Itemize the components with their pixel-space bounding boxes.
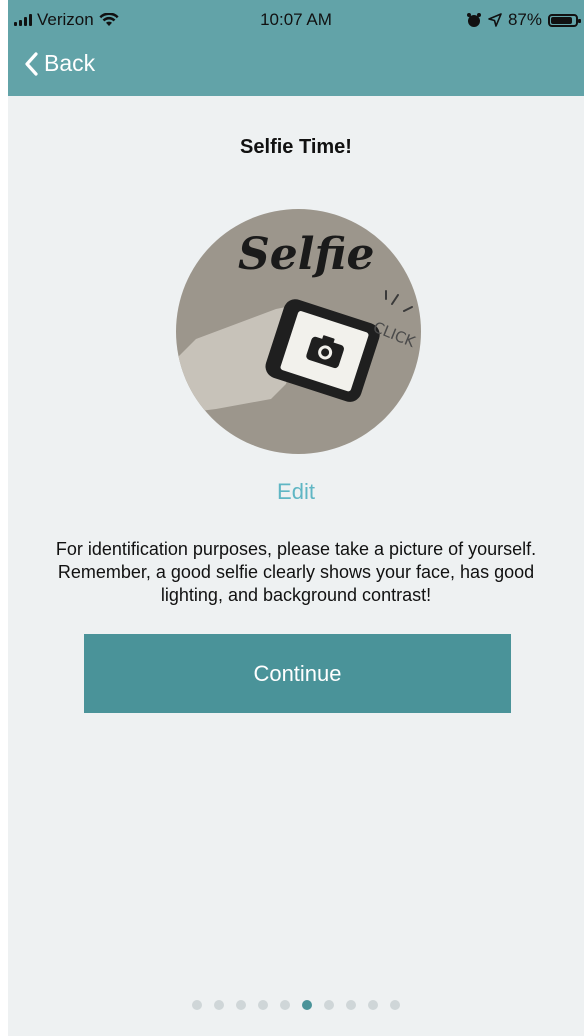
page-dot <box>258 1000 268 1010</box>
page-indicator <box>8 1000 584 1010</box>
alarm-icon <box>466 13 481 27</box>
status-bar: Verizon 10:07 AM 87% <box>8 0 584 40</box>
instructions-text: For identification purposes, please take… <box>55 539 537 605</box>
continue-button[interactable]: Continue <box>84 634 511 713</box>
page-dot <box>236 1000 246 1010</box>
battery-level-fill <box>551 16 572 24</box>
battery-percent: 87% <box>507 10 542 29</box>
page-dot <box>324 1000 334 1010</box>
chevron-left-icon <box>25 51 38 76</box>
battery-icon <box>548 13 581 27</box>
back-label: Back <box>44 50 96 76</box>
page-dot <box>346 1000 356 1010</box>
location-arrow-icon <box>488 13 502 27</box>
page-dot-active <box>302 1000 312 1010</box>
page-dot <box>280 1000 290 1010</box>
status-right: 87% <box>466 10 581 30</box>
page-dot <box>390 1000 400 1010</box>
page-dot <box>192 1000 202 1010</box>
back-button[interactable]: Back <box>24 50 95 77</box>
page-title: Selfie Time! <box>240 136 352 158</box>
header-bar: Verizon 10:07 AM 87% Back <box>8 0 584 96</box>
page-dot <box>368 1000 378 1010</box>
edit-link[interactable]: Edit <box>8 479 584 505</box>
page-dot <box>214 1000 224 1010</box>
selfie-logo-text: Selfie <box>238 229 374 280</box>
screen: Verizon 10:07 AM 87% Back Selfie Time! S… <box>8 0 584 1036</box>
selfie-illustration: Selfie CLICK <box>176 209 421 454</box>
